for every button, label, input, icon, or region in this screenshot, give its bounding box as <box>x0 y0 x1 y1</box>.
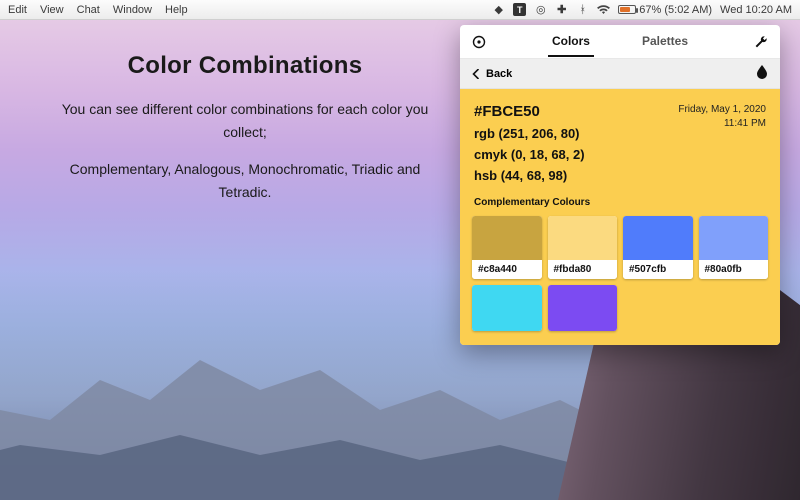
color-time: 11:41 PM <box>678 117 766 131</box>
swatch-chip <box>472 216 542 260</box>
swatch-chip <box>472 285 542 331</box>
plus-icon[interactable]: ✚ <box>555 3 568 16</box>
menu-help[interactable]: Help <box>165 4 188 16</box>
marketing-title: Color Combinations <box>50 52 440 80</box>
swatch-label: #fbda80 <box>548 260 618 279</box>
swatch-3fd8f2[interactable]: #3fd8f2 <box>472 285 542 331</box>
swatch-80a0fb[interactable]: #80a0fb <box>699 216 769 279</box>
color-panel: Colors Palettes Back #FBCE50 rgb (251, 2… <box>460 25 780 345</box>
color-rgb: rgb (251, 206, 80) <box>474 126 585 141</box>
swatch-chip <box>623 216 693 260</box>
swatch-c8a440[interactable]: #c8a440 <box>472 216 542 279</box>
menu-edit[interactable]: Edit <box>8 4 27 16</box>
menubar-app-menu: Edit View Chat Window Help <box>8 4 188 16</box>
wifi-icon[interactable] <box>597 3 610 16</box>
drop-icon[interactable]: ◆ <box>492 3 505 16</box>
settings-icon[interactable] <box>752 35 770 49</box>
bluetooth-icon[interactable]: ᚼ <box>576 3 589 16</box>
back-button[interactable]: Back <box>472 68 512 80</box>
menu-chat[interactable]: Chat <box>77 4 100 16</box>
menu-view[interactable]: View <box>40 4 64 16</box>
swatch-507cfb[interactable]: #507cfb <box>623 216 693 279</box>
menubar-status-area: ◆ T ◎ ✚ ᚼ 67% (5:02 AM) Wed 10:20 AM <box>492 3 792 16</box>
tab-colors[interactable]: Colors <box>548 26 594 57</box>
swatch-label: #80a0fb <box>699 260 769 279</box>
back-label: Back <box>486 68 512 80</box>
drop-icon[interactable] <box>756 65 768 82</box>
battery-icon <box>618 5 636 14</box>
eyedropper-icon[interactable] <box>470 35 488 49</box>
swatch-label: #507cfb <box>623 260 693 279</box>
marketing-line1: You can see different color combinations… <box>50 98 440 144</box>
color-date: Friday, May 1, 2020 <box>678 103 766 117</box>
color-hsb: hsb (44, 68, 98) <box>474 168 585 183</box>
panel-tabs-row: Colors Palettes <box>460 25 780 59</box>
swatch-7c4bf2[interactable]: #7c4bf2 <box>548 285 618 331</box>
swatch-chip <box>699 216 769 260</box>
battery-text: 67% (5:02 AM) <box>639 4 712 16</box>
marketing-line2: Complementary, Analogous, Monochromatic,… <box>50 158 440 204</box>
swatch-fbda80[interactable]: #fbda80 <box>548 216 618 279</box>
swatch-chip <box>548 285 618 331</box>
square-t-icon[interactable]: T <box>513 3 526 16</box>
swatch-label: #c8a440 <box>472 260 542 279</box>
macos-menubar: Edit View Chat Window Help ◆ T ◎ ✚ ᚼ 67%… <box>0 0 800 20</box>
tab-palettes[interactable]: Palettes <box>638 26 692 57</box>
menubar-clock[interactable]: Wed 10:20 AM <box>720 4 792 16</box>
battery-status[interactable]: 67% (5:02 AM) <box>618 4 712 16</box>
complementary-label: Complementary Colours <box>460 197 780 216</box>
swatch-chip <box>548 216 618 260</box>
menu-window[interactable]: Window <box>113 4 152 16</box>
color-cmyk: cmyk (0, 18, 68, 2) <box>474 147 585 162</box>
color-hex: #FBCE50 <box>474 103 585 120</box>
panel-back-row: Back <box>460 59 780 89</box>
marketing-copy: Color Combinations You can see different… <box>50 52 440 218</box>
color-detail: #FBCE50 rgb (251, 206, 80) cmyk (0, 18, … <box>460 89 780 197</box>
target-icon[interactable]: ◎ <box>534 3 547 16</box>
swatch-grid: #c8a440 #fbda80 #507cfb #80a0fb #3fd8f2#7c4b… <box>460 216 780 345</box>
chevron-left-icon <box>472 69 480 79</box>
